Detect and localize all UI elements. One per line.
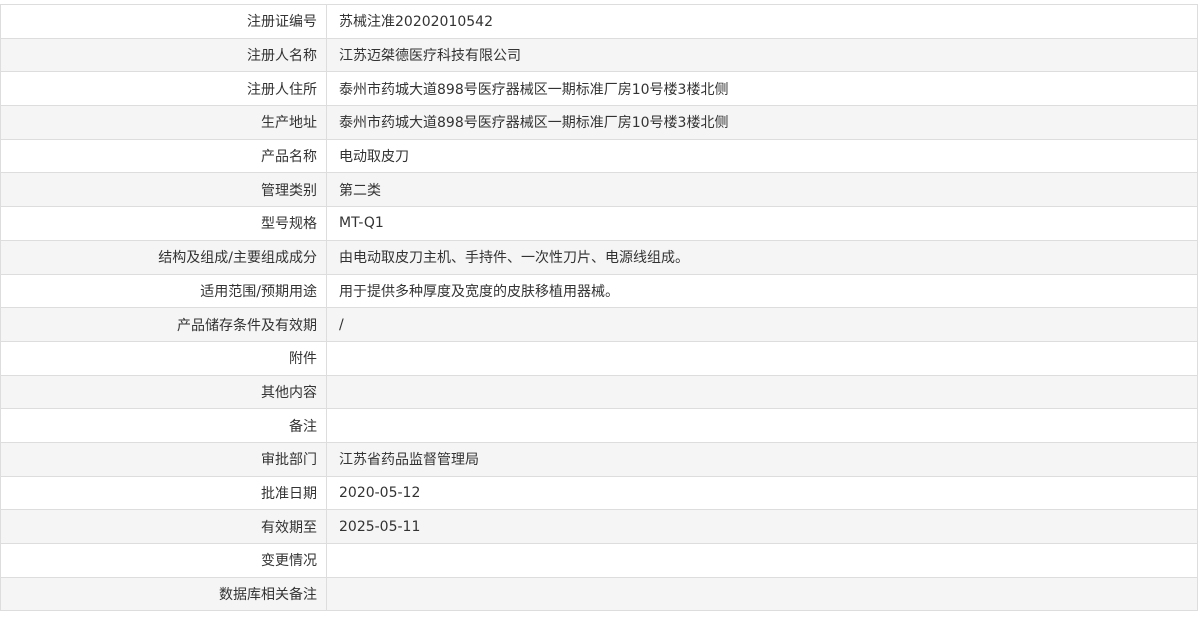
row-approval-department: 审批部门 江苏省药品监督管理局 bbox=[0, 441, 1198, 477]
field-label: 注册人住所 bbox=[0, 71, 327, 107]
row-remarks: 备注 bbox=[0, 408, 1198, 443]
field-value: 泰州市药城大道898号医疗器械区一期标准厂房10号楼3楼北侧 bbox=[326, 105, 1198, 140]
field-value: 由电动取皮刀主机、手持件、一次性刀片、电源线组成。 bbox=[326, 239, 1198, 275]
field-value: 2025-05-11 bbox=[326, 509, 1198, 544]
row-registrant-name: 注册人名称 江苏迈桀德医疗科技有限公司 bbox=[0, 37, 1198, 73]
field-value bbox=[326, 576, 1198, 612]
field-value bbox=[326, 408, 1198, 443]
field-value: 电动取皮刀 bbox=[326, 138, 1198, 174]
field-label: 备注 bbox=[0, 408, 327, 443]
field-label: 适用范围/预期用途 bbox=[0, 273, 327, 309]
field-label: 审批部门 bbox=[0, 441, 327, 477]
row-storage-validity: 产品储存条件及有效期 / bbox=[0, 307, 1198, 342]
field-value: 泰州市药城大道898号医疗器械区一期标准厂房10号楼3楼北侧 bbox=[326, 71, 1198, 107]
row-database-remarks: 数据库相关备注 bbox=[0, 576, 1198, 612]
row-change-status: 变更情况 bbox=[0, 543, 1198, 578]
field-label: 有效期至 bbox=[0, 509, 327, 544]
field-value: / bbox=[326, 307, 1198, 342]
field-label: 结构及组成/主要组成成分 bbox=[0, 239, 327, 275]
field-value: 第二类 bbox=[326, 172, 1198, 208]
field-label: 产品储存条件及有效期 bbox=[0, 307, 327, 342]
field-label: 产品名称 bbox=[0, 138, 327, 174]
row-product-name: 产品名称 电动取皮刀 bbox=[0, 138, 1198, 174]
field-label: 生产地址 bbox=[0, 105, 327, 140]
field-value bbox=[326, 374, 1198, 410]
field-value: 苏械注准20202010542 bbox=[326, 4, 1198, 39]
field-value: 用于提供多种厚度及宽度的皮肤移植用器械。 bbox=[326, 273, 1198, 309]
row-structure-composition: 结构及组成/主要组成成分 由电动取皮刀主机、手持件、一次性刀片、电源线组成。 bbox=[0, 239, 1198, 275]
field-label: 其他内容 bbox=[0, 374, 327, 410]
field-label: 注册证编号 bbox=[0, 4, 327, 39]
field-label: 管理类别 bbox=[0, 172, 327, 208]
field-label: 变更情况 bbox=[0, 543, 327, 578]
field-label: 批准日期 bbox=[0, 475, 327, 511]
row-production-address: 生产地址 泰州市药城大道898号医疗器械区一期标准厂房10号楼3楼北侧 bbox=[0, 105, 1198, 140]
registration-detail-table: 注册证编号 苏械注准20202010542 注册人名称 江苏迈桀德医疗科技有限公… bbox=[0, 4, 1198, 612]
row-model-spec: 型号规格 MT-Q1 bbox=[0, 206, 1198, 241]
field-label: 数据库相关备注 bbox=[0, 576, 327, 612]
row-approval-date: 批准日期 2020-05-12 bbox=[0, 475, 1198, 511]
field-value bbox=[326, 340, 1198, 376]
field-value: 2020-05-12 bbox=[326, 475, 1198, 511]
field-value: 江苏迈桀德医疗科技有限公司 bbox=[326, 37, 1198, 73]
field-label: 型号规格 bbox=[0, 206, 327, 241]
field-label: 注册人名称 bbox=[0, 37, 327, 73]
field-label: 附件 bbox=[0, 340, 327, 376]
row-valid-until: 有效期至 2025-05-11 bbox=[0, 509, 1198, 544]
row-registration-number: 注册证编号 苏械注准20202010542 bbox=[0, 4, 1198, 39]
row-registrant-address: 注册人住所 泰州市药城大道898号医疗器械区一期标准厂房10号楼3楼北侧 bbox=[0, 71, 1198, 107]
row-attachments: 附件 bbox=[0, 340, 1198, 376]
field-value: 江苏省药品监督管理局 bbox=[326, 441, 1198, 477]
row-other-content: 其他内容 bbox=[0, 374, 1198, 410]
field-value: MT-Q1 bbox=[326, 206, 1198, 241]
row-intended-use: 适用范围/预期用途 用于提供多种厚度及宽度的皮肤移植用器械。 bbox=[0, 273, 1198, 309]
field-value bbox=[326, 543, 1198, 578]
row-management-category: 管理类别 第二类 bbox=[0, 172, 1198, 208]
